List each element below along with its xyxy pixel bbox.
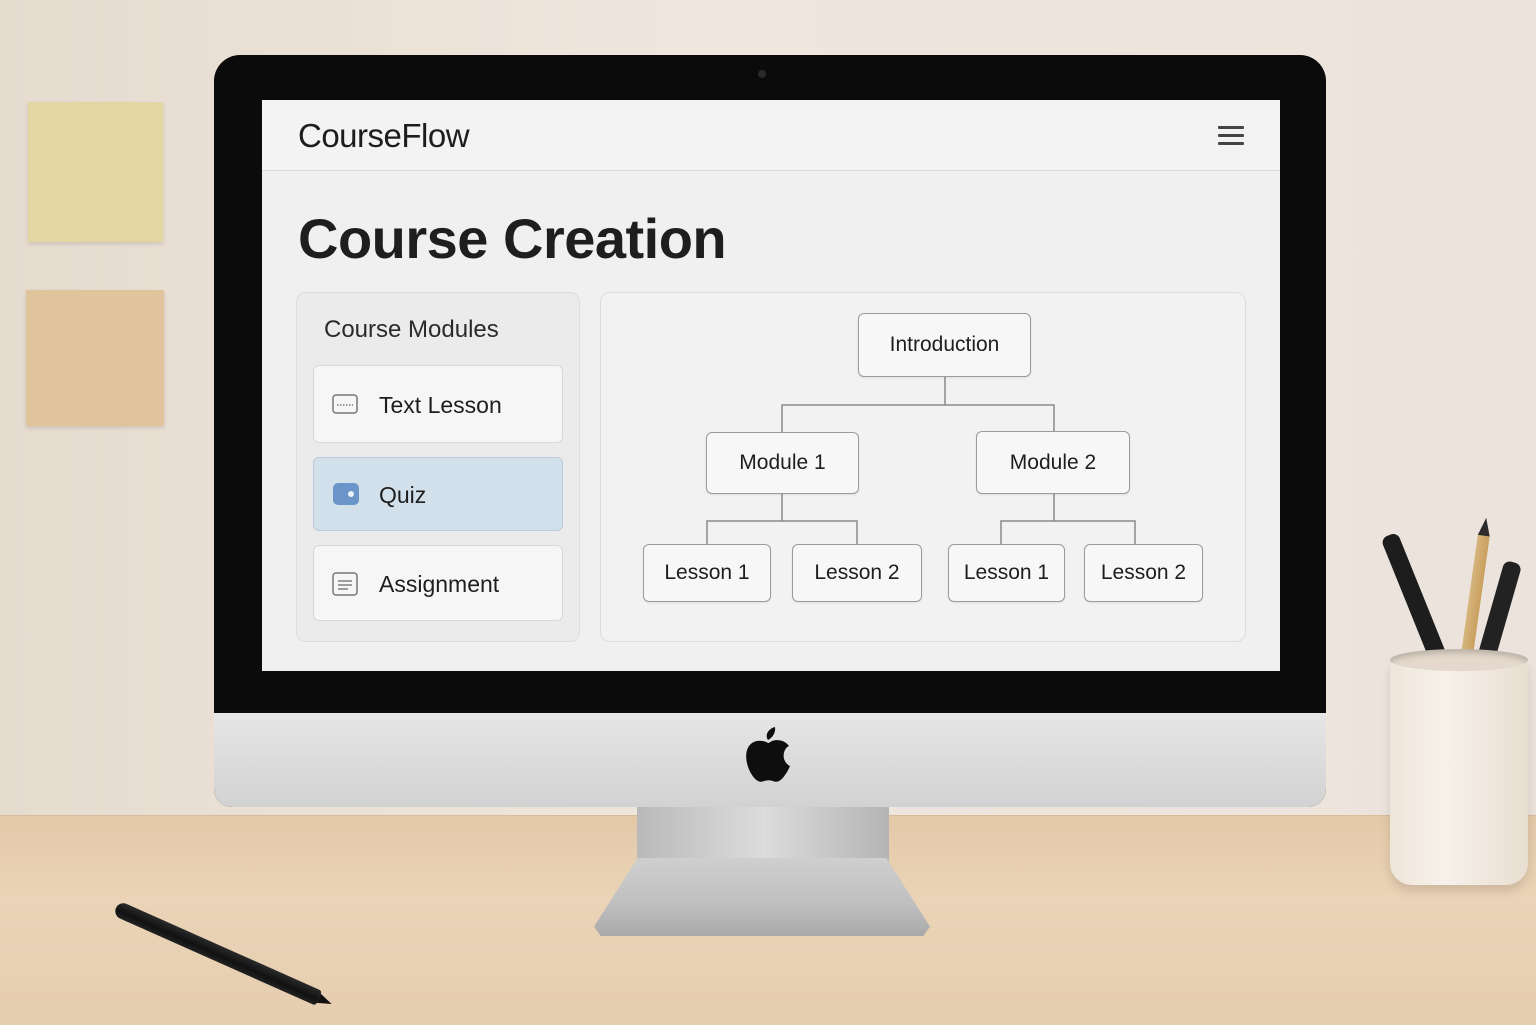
assignment-icon	[332, 572, 358, 596]
sticky-note-tan	[26, 290, 164, 426]
quiz-icon	[333, 483, 359, 505]
text-lesson-icon	[332, 394, 358, 414]
hamburger-menu-icon[interactable]	[1218, 126, 1244, 146]
tree-node-root[interactable]: Introduction	[858, 313, 1031, 377]
module-item-label: Assignment	[379, 571, 500, 597]
module-item-assignment[interactable]: Assignment	[313, 545, 563, 621]
course-modules-panel: Course Modules Text Lesson Quiz Assignme	[296, 292, 580, 642]
tree-node-lesson[interactable]: Lesson 1	[643, 544, 771, 602]
course-structure-panel: Introduction Module 1 Module 2 Lesson 1 …	[600, 292, 1246, 642]
tree-node-lesson[interactable]: Lesson 2	[792, 544, 922, 602]
module-item-label: Text Lesson	[379, 392, 502, 418]
monitor-stand	[637, 806, 889, 864]
module-item-label: Quiz	[379, 482, 427, 508]
app-header: CourseFlow	[262, 100, 1280, 171]
monitor-stand-base	[594, 858, 930, 936]
tree-node-lesson[interactable]: Lesson 2	[1084, 544, 1203, 602]
apple-logo-icon	[746, 727, 790, 782]
tree-node-module[interactable]: Module 2	[976, 431, 1130, 494]
brand-logo[interactable]: CourseFlow	[298, 117, 470, 155]
pen-cup	[1390, 649, 1528, 885]
camera	[758, 70, 766, 78]
module-item-quiz[interactable]: Quiz	[313, 457, 563, 531]
tree-node-module[interactable]: Module 1	[706, 432, 859, 494]
panel-title: Course Modules	[324, 316, 499, 343]
tree-node-lesson[interactable]: Lesson 1	[948, 544, 1065, 602]
sticky-note-yellow	[28, 102, 163, 242]
page-title: Course Creation	[298, 207, 727, 270]
app-screen: CourseFlow Course Creation Course Module…	[262, 100, 1280, 671]
module-item-text-lesson[interactable]: Text Lesson	[313, 365, 563, 443]
